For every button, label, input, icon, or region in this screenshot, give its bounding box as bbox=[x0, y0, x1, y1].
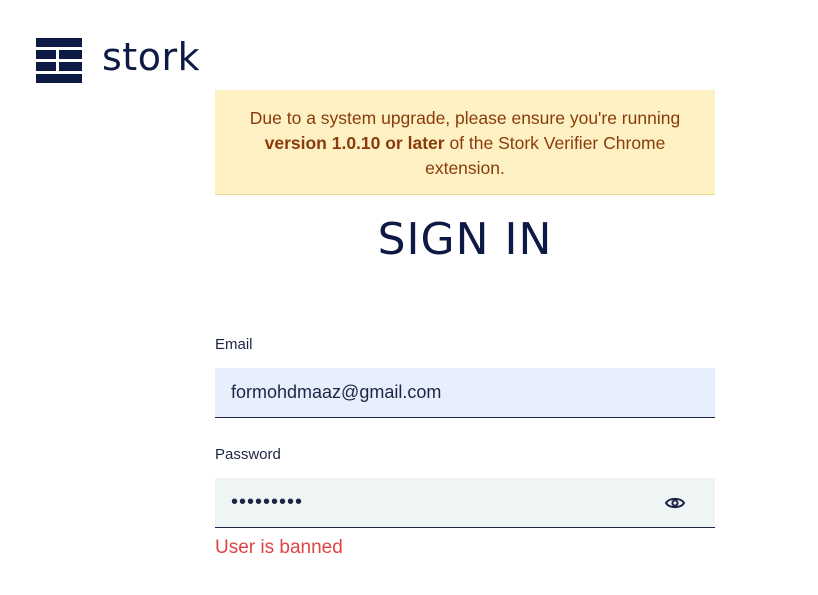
stork-logo-mark-icon bbox=[36, 38, 82, 83]
eye-icon bbox=[665, 497, 685, 509]
password-label: Password bbox=[215, 446, 281, 463]
sign-in-page: stork Due to a system upgrade, please en… bbox=[0, 0, 818, 595]
banner-version-requirement: version 1.0.10 or later bbox=[264, 133, 445, 153]
banner-text-end: of the Stork Verifier Chrome extension. bbox=[425, 133, 666, 178]
show-password-toggle[interactable] bbox=[662, 491, 688, 515]
upgrade-notice-banner: Due to a system upgrade, please ensure y… bbox=[215, 90, 715, 195]
logo-wordmark: stork bbox=[102, 35, 201, 79]
stork-logo[interactable]: stork bbox=[36, 35, 201, 83]
page-title: SIGN IN bbox=[377, 214, 553, 265]
email-label: Email bbox=[215, 336, 253, 353]
email-field[interactable] bbox=[215, 368, 715, 418]
banner-text-start: Due to a system upgrade, please ensure y… bbox=[249, 108, 681, 128]
login-error-message: User is banned bbox=[215, 537, 343, 558]
password-field[interactable] bbox=[215, 478, 715, 528]
